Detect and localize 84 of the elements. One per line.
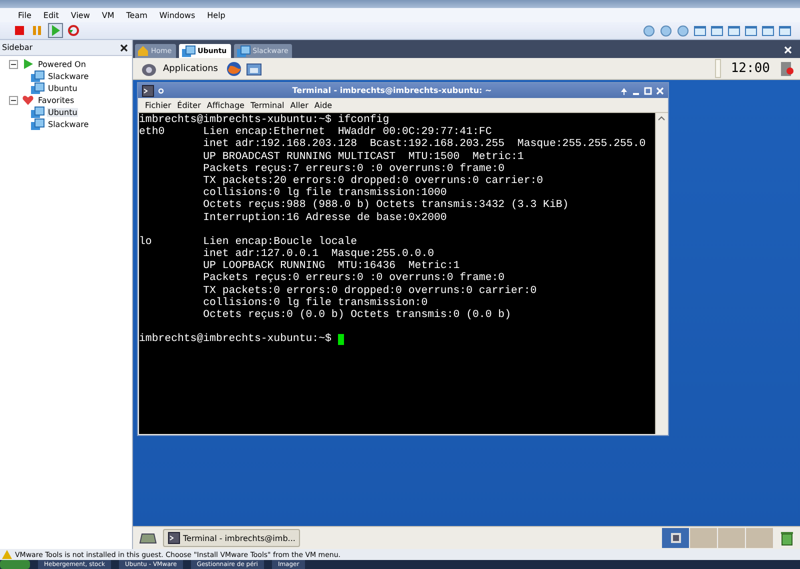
terminal-line: collisions:0 lg file transmission:0 bbox=[202, 296, 428, 309]
menu-item[interactable]: Terminal bbox=[247, 100, 288, 110]
terminal-icon[interactable] bbox=[142, 84, 154, 96]
sidebar-title: Sidebar bbox=[2, 43, 33, 52]
window-layout-icon[interactable] bbox=[727, 24, 741, 38]
terminal-line: Interruption:16 Adresse de base:0x2000 bbox=[202, 212, 447, 224]
terminal-line: lo Lien encap:Boucle locale bbox=[139, 236, 358, 248]
vm-icon bbox=[30, 106, 45, 118]
terminal-line: Octets reçus:988 (988.0 b) Octets transmis:3432 (3.3 KiB) bbox=[202, 199, 569, 212]
collapse-icon[interactable] bbox=[9, 96, 18, 104]
vm-icon bbox=[236, 44, 251, 58]
maximize-icon[interactable] bbox=[644, 86, 652, 94]
terminal-line: inet adr:127.0.0.1 Masque:255.0.0.0 bbox=[202, 248, 434, 260]
window-menu-icon[interactable] bbox=[158, 88, 164, 94]
terminal-line: inet adr:192.168.203.128 Bcast:192.168.203.255 Masque:255.255.255.0 bbox=[202, 138, 646, 151]
window-layout-icon[interactable] bbox=[778, 24, 792, 38]
window-title: Terminal - imbrechts@imbrechts-xubuntu: ~ bbox=[291, 86, 493, 95]
workspace-button[interactable] bbox=[662, 528, 690, 548]
tree-item[interactable]: Powered On bbox=[38, 60, 86, 68]
play-icon bbox=[49, 24, 62, 37]
folder-icon[interactable] bbox=[246, 60, 262, 76]
pause-icon bbox=[31, 24, 44, 37]
refresh-button[interactable] bbox=[66, 23, 81, 38]
vm-icon bbox=[180, 44, 196, 58]
terminal-line: Packets reçus:7 erreurs:0 :0 overruns:0 frame:0 bbox=[202, 162, 505, 175]
tree-item[interactable]: Favorites bbox=[38, 96, 74, 104]
start-button-icon[interactable] bbox=[0, 560, 30, 569]
stop-icon bbox=[13, 24, 26, 37]
terminal-line: eth0 Lien encap:Ethernet HWaddr 00:0C:29:77:41:FC bbox=[139, 126, 492, 138]
terminal-line: UP BROADCAST RUNNING MULTICAST MTU:1500 Metric:1 bbox=[202, 150, 524, 163]
terminal-icon bbox=[670, 533, 680, 543]
terminal-line: imbrechts@imbrechts-xubuntu:~$ bbox=[139, 333, 332, 346]
scroll-up-icon[interactable] bbox=[657, 114, 666, 123]
menu-item[interactable]: Aller bbox=[287, 100, 312, 110]
heart-icon bbox=[22, 94, 34, 106]
vm-icon bbox=[30, 118, 45, 130]
tree-item[interactable]: Ubuntu bbox=[47, 84, 78, 92]
terminal-line: Packets reçus:0 erreurs:0 :0 overruns:0 frame:0 bbox=[202, 272, 505, 285]
pin-icon[interactable] bbox=[620, 86, 628, 94]
play-icon bbox=[22, 58, 34, 70]
refresh-icon bbox=[67, 24, 80, 37]
vm-icon bbox=[30, 82, 45, 94]
snapshot-icon[interactable] bbox=[642, 24, 656, 38]
applications-menu[interactable]: Applications bbox=[163, 64, 218, 74]
snapshot-icon[interactable] bbox=[676, 24, 690, 38]
menu-item[interactable]: Fichier bbox=[142, 100, 174, 110]
taskbar-button[interactable]: Terminal - imbrechts@imb... bbox=[163, 529, 300, 547]
terminal-line: UP LOOPBACK RUNNING MTU:16436 Metric:1 bbox=[202, 260, 460, 272]
menu-item[interactable]: Windows bbox=[153, 10, 202, 20]
clock: 12:00 bbox=[730, 61, 770, 76]
terminal-line: Octets reçus:0 (0.0 b) Octets transmis:0 (0.0 b) bbox=[202, 309, 511, 322]
text-cursor bbox=[338, 334, 344, 345]
menu-item[interactable]: File bbox=[12, 10, 38, 20]
menu-item[interactable]: Edit bbox=[37, 10, 65, 20]
menu-item[interactable]: Affichage bbox=[204, 100, 248, 110]
trash-icon[interactable] bbox=[780, 530, 794, 546]
menu-item[interactable]: Help bbox=[201, 10, 232, 20]
snapshot-icon[interactable] bbox=[659, 24, 673, 38]
terminal-line: TX packets:0 errors:0 dropped:0 overruns:0 carrier:0 bbox=[202, 284, 537, 297]
collapse-icon[interactable] bbox=[9, 60, 18, 68]
stop-button[interactable] bbox=[12, 23, 27, 38]
vm-icon bbox=[30, 70, 45, 82]
tree-item[interactable]: Slackware bbox=[47, 72, 90, 80]
menu-item[interactable]: Team bbox=[120, 10, 154, 20]
menu-item[interactable]: View bbox=[64, 10, 96, 20]
play-button[interactable] bbox=[48, 23, 63, 38]
window-layout-icon[interactable] bbox=[710, 24, 724, 38]
menu-item[interactable]: Aide bbox=[311, 100, 336, 110]
menu-item[interactable]: VM bbox=[96, 10, 120, 20]
menu-item[interactable]: Éditer bbox=[174, 100, 204, 110]
terminal-line: TX packets:20 errors:0 dropped:0 overruns:0 carrier:0 bbox=[202, 174, 544, 187]
window-layout-icon[interactable] bbox=[744, 24, 758, 38]
terminal-line: collisions:0 lg file transmission:1000 bbox=[202, 187, 447, 200]
window-layout-icon[interactable] bbox=[761, 24, 775, 38]
logout-icon[interactable] bbox=[780, 60, 794, 76]
terminal-icon bbox=[168, 532, 180, 544]
tree-item[interactable]: Slackware bbox=[47, 120, 90, 128]
desktop-icon[interactable] bbox=[139, 532, 157, 544]
scrollbar[interactable] bbox=[655, 113, 667, 434]
terminal-line: imbrechts@imbrechts-xubuntu:~$ ifconfig bbox=[139, 114, 390, 126]
tree-item[interactable]: Ubuntu bbox=[47, 108, 78, 116]
window-layout-icon[interactable] bbox=[693, 24, 707, 38]
browser-globe-icon[interactable] bbox=[226, 60, 242, 76]
close-icon[interactable] bbox=[120, 44, 128, 52]
